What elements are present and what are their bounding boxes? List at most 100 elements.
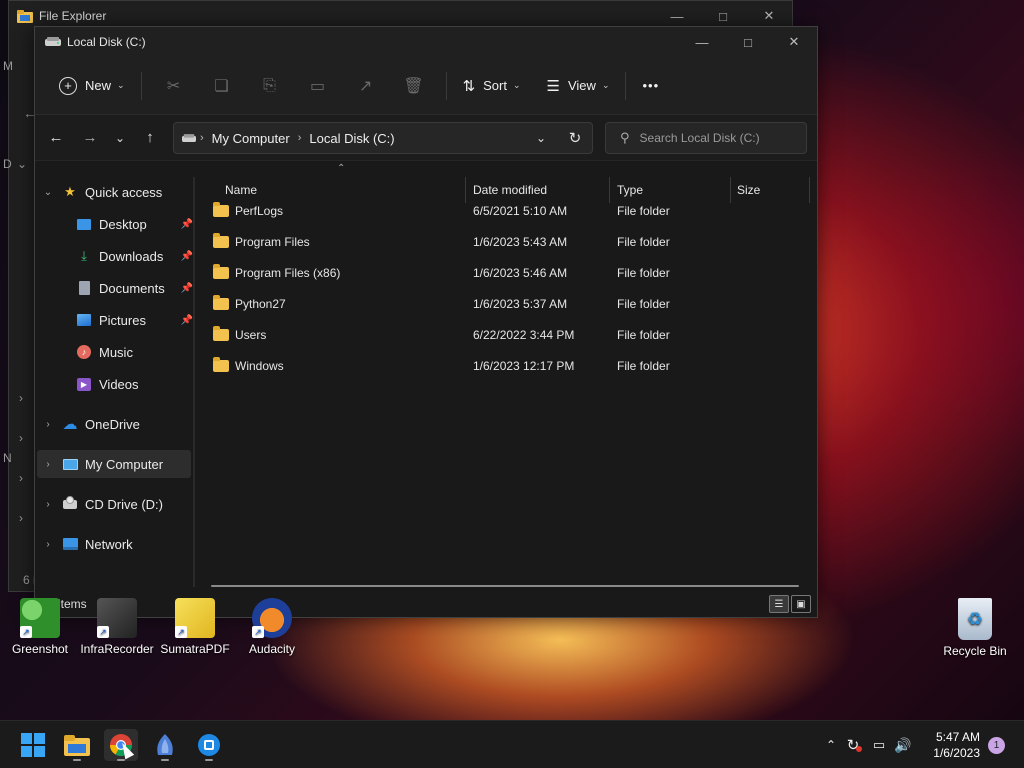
sidebar-item-downloads[interactable]: ⤓ Downloads 📌 (41, 242, 195, 270)
paste-icon[interactable]: ⎘ (254, 70, 286, 102)
sidebar-item-music[interactable]: ♪ Music (41, 338, 195, 366)
table-row[interactable]: PerfLogs 6/5/2021 5:10 AM File folder (209, 197, 801, 225)
sidebar-item-videos[interactable]: ▶ Videos (41, 370, 195, 398)
sidebar-item-my-computer[interactable]: › My Computer (37, 450, 191, 478)
file-explorer-window[interactable]: Local Disk (C:) — □ ✕ + New ⌄ ✂ ❏ ⎘ ▭ ↗ … (34, 26, 818, 618)
sidebar-item-pictures[interactable]: Pictures 📌 (41, 306, 195, 334)
cut-icon[interactable]: ✂ (158, 70, 190, 102)
shell-app-icon (157, 734, 173, 755)
breadcrumb-local-disk[interactable]: Local Disk (C:) (309, 131, 394, 146)
desktop-icon-label: Audacity (248, 642, 296, 656)
taskbar-file-explorer[interactable] (60, 729, 94, 761)
table-row[interactable]: Users 6/22/2022 3:44 PM File folder (209, 321, 801, 349)
chevron-right-icon[interactable]: › (41, 419, 55, 430)
sidebar-item-desktop[interactable]: Desktop 📌 (41, 210, 195, 238)
tiles-view-icon: ▣ (796, 598, 806, 610)
file-date: 1/6/2023 5:46 AM (473, 266, 568, 280)
chevron-down-icon[interactable]: ⌄ (41, 187, 55, 198)
chevron-right-icon[interactable]: › (41, 459, 55, 470)
maximize-button[interactable]: □ (725, 27, 771, 57)
chevron-right-icon[interactable]: › (41, 499, 55, 510)
background-expand-icon[interactable]: › (19, 431, 23, 445)
file-type: File folder (617, 328, 670, 342)
back-button[interactable]: ← (39, 122, 73, 154)
desktop-icon-sumatrapdf[interactable]: ↗ SumatraPDF (155, 598, 235, 656)
sort-icon: ⇅ (462, 77, 476, 95)
sidebar-item-quick-access[interactable]: ⌄ ★ Quick access (41, 178, 195, 206)
start-button[interactable] (16, 729, 50, 761)
recent-locations-button[interactable]: ⌄ (107, 122, 133, 154)
details-view-button[interactable]: ☰ (769, 595, 789, 613)
file-date: 1/6/2023 12:17 PM (473, 359, 575, 373)
background-expand-icon[interactable]: › (19, 471, 23, 485)
sidebar-item-documents[interactable]: Documents 📌 (41, 274, 195, 302)
table-row[interactable]: Windows 1/6/2023 12:17 PM File folder (209, 352, 801, 380)
share-icon[interactable]: ↗ (350, 70, 382, 102)
pane-divider[interactable] (193, 177, 195, 587)
chevron-down-icon: ⌄ (114, 130, 126, 145)
clock[interactable]: 5:47 AM 1/6/2023 (933, 729, 980, 761)
pin-icon: 📌 (180, 282, 193, 294)
search-icon: ⚲ (620, 130, 630, 145)
more-options-button[interactable]: ••• (634, 68, 667, 104)
star-icon: ★ (64, 184, 76, 199)
sidebar-item-network[interactable]: › Network (41, 530, 195, 558)
chevron-right-icon[interactable]: › (41, 539, 55, 550)
desktop-icon-infrarecorder[interactable]: ↗ InfraRecorder (77, 598, 157, 656)
rename-icon[interactable]: ▭ (302, 70, 334, 102)
address-dropdown-button[interactable]: ⌄ (524, 122, 558, 154)
search-input[interactable] (639, 131, 800, 145)
close-button[interactable]: ✕ (771, 27, 817, 57)
folder-icon (213, 264, 229, 279)
sidebar-item-label: Music (99, 344, 133, 360)
table-row[interactable]: Program Files (x86) 1/6/2023 5:46 AM Fil… (209, 259, 801, 287)
file-name: Windows (235, 359, 284, 373)
background-expand-icon[interactable]: › (19, 511, 23, 525)
column-divider[interactable] (809, 177, 810, 203)
taskbar-app-blue[interactable] (192, 729, 226, 761)
cloud-icon: ☁ (62, 416, 78, 433)
minimize-button[interactable]: — (679, 27, 725, 57)
new-button[interactable]: + New ⌄ (51, 68, 133, 104)
desktop-icon-audacity[interactable]: ↗ Audacity (232, 598, 312, 656)
file-type: File folder (617, 204, 670, 218)
sort-ascending-icon: ⌃ (337, 163, 346, 174)
table-row[interactable]: Program Files 1/6/2023 5:43 AM File fold… (209, 228, 801, 256)
tiles-view-button[interactable]: ▣ (791, 595, 811, 613)
search-box[interactable]: ⚲ (605, 122, 807, 154)
computer-icon (61, 456, 79, 472)
delete-icon[interactable]: 🗑 (398, 70, 430, 102)
folder-icon (64, 735, 90, 756)
folder-icon (213, 295, 229, 310)
forward-button[interactable]: → (73, 122, 107, 154)
greenshot-icon: ↗ (20, 598, 60, 638)
sidebar-item-onedrive[interactable]: › ☁ OneDrive (41, 410, 195, 438)
toolbar-divider (625, 71, 627, 100)
show-hidden-icons-button[interactable]: ⌃ (822, 738, 840, 752)
background-side-label: N (3, 451, 12, 465)
desktop-icon-greenshot[interactable]: ↗ Greenshot (0, 598, 80, 656)
breadcrumb-my-computer[interactable]: My Computer (212, 131, 290, 146)
taskbar-app-shell[interactable] (148, 729, 182, 761)
volume-icon[interactable]: 🔊 (892, 737, 914, 754)
refresh-button[interactable]: ↻ (558, 122, 592, 154)
horizontal-scrollbar[interactable] (211, 585, 799, 587)
up-button[interactable]: ↑ (133, 122, 167, 154)
background-expand-icon[interactable]: › (19, 391, 23, 405)
address-bar[interactable]: › My Computer › Local Disk (C:) ⌄ ↻ (173, 122, 593, 154)
copy-icon[interactable]: ❏ (206, 70, 238, 102)
file-type: File folder (617, 297, 670, 311)
file-type: File folder (617, 235, 670, 249)
table-row[interactable]: Python27 1/6/2023 5:37 AM File folder (209, 290, 801, 318)
desktop-icon-label: SumatraPDF (160, 642, 230, 656)
view-button[interactable]: ☰ View ⌄ (539, 68, 618, 104)
sidebar-item-cd-drive[interactable]: › CD Drive (D:) (41, 490, 195, 518)
chevron-down-icon: ⌄ (512, 80, 521, 90)
network-icon[interactable]: ▭ (866, 737, 892, 753)
sync-icon[interactable]: ↻ (840, 736, 866, 754)
sort-button[interactable]: ⇅ Sort ⌄ (455, 68, 529, 104)
notification-badge[interactable]: 1 (988, 737, 1005, 754)
window-title: Local Disk (C:) (67, 35, 146, 49)
desktop-icon-recycle-bin[interactable]: ♻ Recycle Bin (935, 598, 1015, 658)
background-chevron-icon[interactable]: ⌄ (17, 157, 27, 171)
